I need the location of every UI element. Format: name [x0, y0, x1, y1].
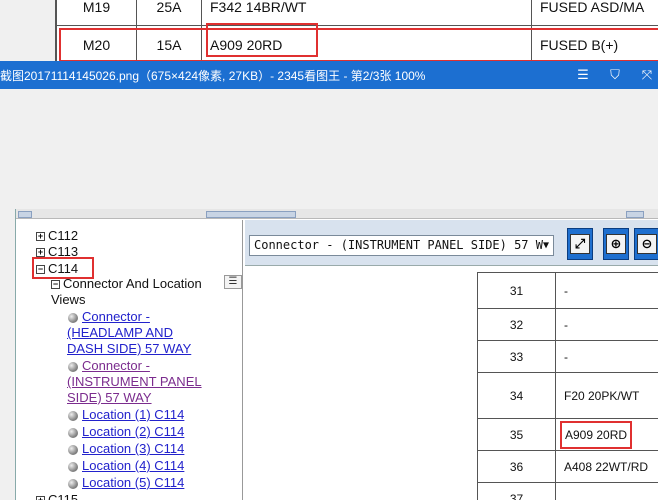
fit-view-icon: ⤢	[574, 236, 586, 251]
pin-table: 31 - 32 - 33 - 34 F20 20PK/WT 35 A909 20…	[477, 272, 658, 500]
tree-link-text[interactable]: DASH SIDE) 57 WAY	[67, 341, 191, 356]
bullet-icon	[68, 427, 78, 438]
fit-view-button[interactable]: ⤢	[567, 228, 593, 260]
tree-link-text[interactable]: SIDE) 57 WAY	[67, 390, 152, 405]
pin-number: 33	[477, 340, 556, 373]
tree-link-location-4[interactable]: Location (4) C114	[68, 458, 184, 473]
pin-number: 36	[477, 450, 556, 483]
circuit-value	[555, 482, 658, 500]
expand-icon[interactable]: +	[36, 496, 45, 500]
circuit-value: -	[555, 272, 658, 309]
collapse-icon[interactable]: −	[51, 280, 60, 290]
bullet-icon	[68, 312, 78, 323]
function-cell: FUSED ASD/MA	[531, 0, 658, 26]
strip-tab[interactable]	[206, 211, 296, 218]
tree-link-text[interactable]: (HEADLAMP AND	[67, 325, 173, 340]
circuit-value: F20 20PK/WT	[555, 372, 658, 419]
viewer-toolbar: Connector - (INSTRUMENT PANEL SIDE) 57 W…	[245, 220, 658, 266]
viewer-title: 截图20171114145026.png（675×424像素, 27KB）- 2…	[0, 68, 426, 83]
pin-number: 35	[477, 418, 556, 451]
zoom-out-icon: ⊖	[641, 236, 653, 251]
tree-link-location-1[interactable]: Location (1) C114	[68, 407, 184, 422]
table-row: M19 25A F342 14BR/WT FUSED ASD/MA	[56, 0, 658, 26]
window-strip	[16, 209, 658, 219]
tree-item-connector-location-views[interactable]: − Connector And Location	[51, 276, 202, 291]
tree-item-c112[interactable]: + C112	[36, 228, 78, 243]
circuit-value: A408 22WT/RD	[555, 450, 658, 483]
expand-icon[interactable]: +	[36, 248, 45, 258]
circuit-value-highlighted: A909 20RD	[555, 418, 658, 451]
chevron-down-icon[interactable]: ▼	[543, 236, 549, 255]
table-row: 32 -	[477, 308, 658, 341]
tree-link-location-5[interactable]: Location (5) C114	[68, 475, 184, 490]
table-row: 31 -	[477, 272, 658, 309]
pin-number: 37	[477, 482, 556, 500]
table-row-highlighted: 35 A909 20RD	[477, 418, 658, 451]
bullet-icon	[68, 361, 78, 372]
bullet-icon	[68, 461, 78, 472]
tree-link-instrument-panel-connector[interactable]: Connector -	[68, 358, 150, 373]
highlight-box: A909 20RD	[560, 420, 633, 449]
expand-icon[interactable]: +	[36, 232, 45, 242]
tree-link-text[interactable]: (INSTRUMENT PANEL	[67, 374, 202, 389]
connector-view-select[interactable]: Connector - (INSTRUMENT PANEL SIDE) 57 W…	[249, 235, 554, 256]
table-row: 33 -	[477, 340, 658, 373]
strip-tab[interactable]	[18, 211, 32, 218]
screenshot-root: M19 25A F342 14BR/WT FUSED ASD/MA M20 15…	[0, 0, 658, 500]
fullscreen-icon[interactable]: ⤧	[640, 67, 654, 83]
table-row: 36 A408 22WT/RD	[477, 450, 658, 483]
service-info-window: + C112 + C113 − C114 − Connector And Locatio…	[15, 209, 658, 500]
table-row: 34 F20 20PK/WT	[477, 372, 658, 419]
document-pane: 31 - 32 - 33 - 34 F20 20PK/WT 35 A909 20…	[245, 266, 658, 500]
circuit-cell: F342 14BR/WT	[201, 0, 532, 26]
bullet-icon	[68, 444, 78, 455]
zoom-in-button[interactable]: ⊕	[603, 228, 629, 260]
bullet-icon	[68, 410, 78, 421]
menu-icon[interactable]: ☰	[576, 67, 590, 83]
tree-link-headlamp-connector[interactable]: Connector -	[68, 309, 150, 324]
circuit-value: -	[555, 308, 658, 341]
tree-item-label-cont: Views	[51, 292, 86, 307]
viewer-title-bar: 截图20171114145026.png（675×424像素, 27KB）- 2…	[0, 61, 658, 89]
scroll-indicator-icon[interactable]: ☰	[224, 275, 242, 289]
pin-number: 34	[477, 372, 556, 419]
strip-tab[interactable]	[626, 211, 644, 218]
tree-link-location-3[interactable]: Location (3) C114	[68, 441, 184, 456]
circuit-value: -	[555, 340, 658, 373]
tree-item-c115[interactable]: +C115	[36, 492, 78, 500]
navigation-tree: + C112 + C113 − C114 − Connector And Locatio…	[16, 220, 243, 500]
pin-cell: M19	[56, 0, 137, 26]
zoom-out-button[interactable]: ⊖	[634, 228, 658, 260]
zoom-in-icon: ⊕	[610, 236, 622, 251]
viewer-controls: ☰ ⛉ ⤧	[576, 61, 654, 89]
pin-number: 31	[477, 272, 556, 309]
shirt-icon[interactable]: ⛉	[608, 67, 622, 83]
collapse-icon[interactable]: −	[36, 265, 45, 275]
tree-link-location-2[interactable]: Location (2) C114	[68, 424, 184, 439]
bullet-icon	[68, 478, 78, 489]
function-cell: FUSED B(+)	[531, 25, 658, 64]
highlight-region	[70, 23, 320, 57]
fuse-cell: 25A	[136, 0, 202, 26]
pin-number: 32	[477, 308, 556, 341]
table-row: 37	[477, 482, 658, 500]
viewer-background	[0, 89, 658, 209]
